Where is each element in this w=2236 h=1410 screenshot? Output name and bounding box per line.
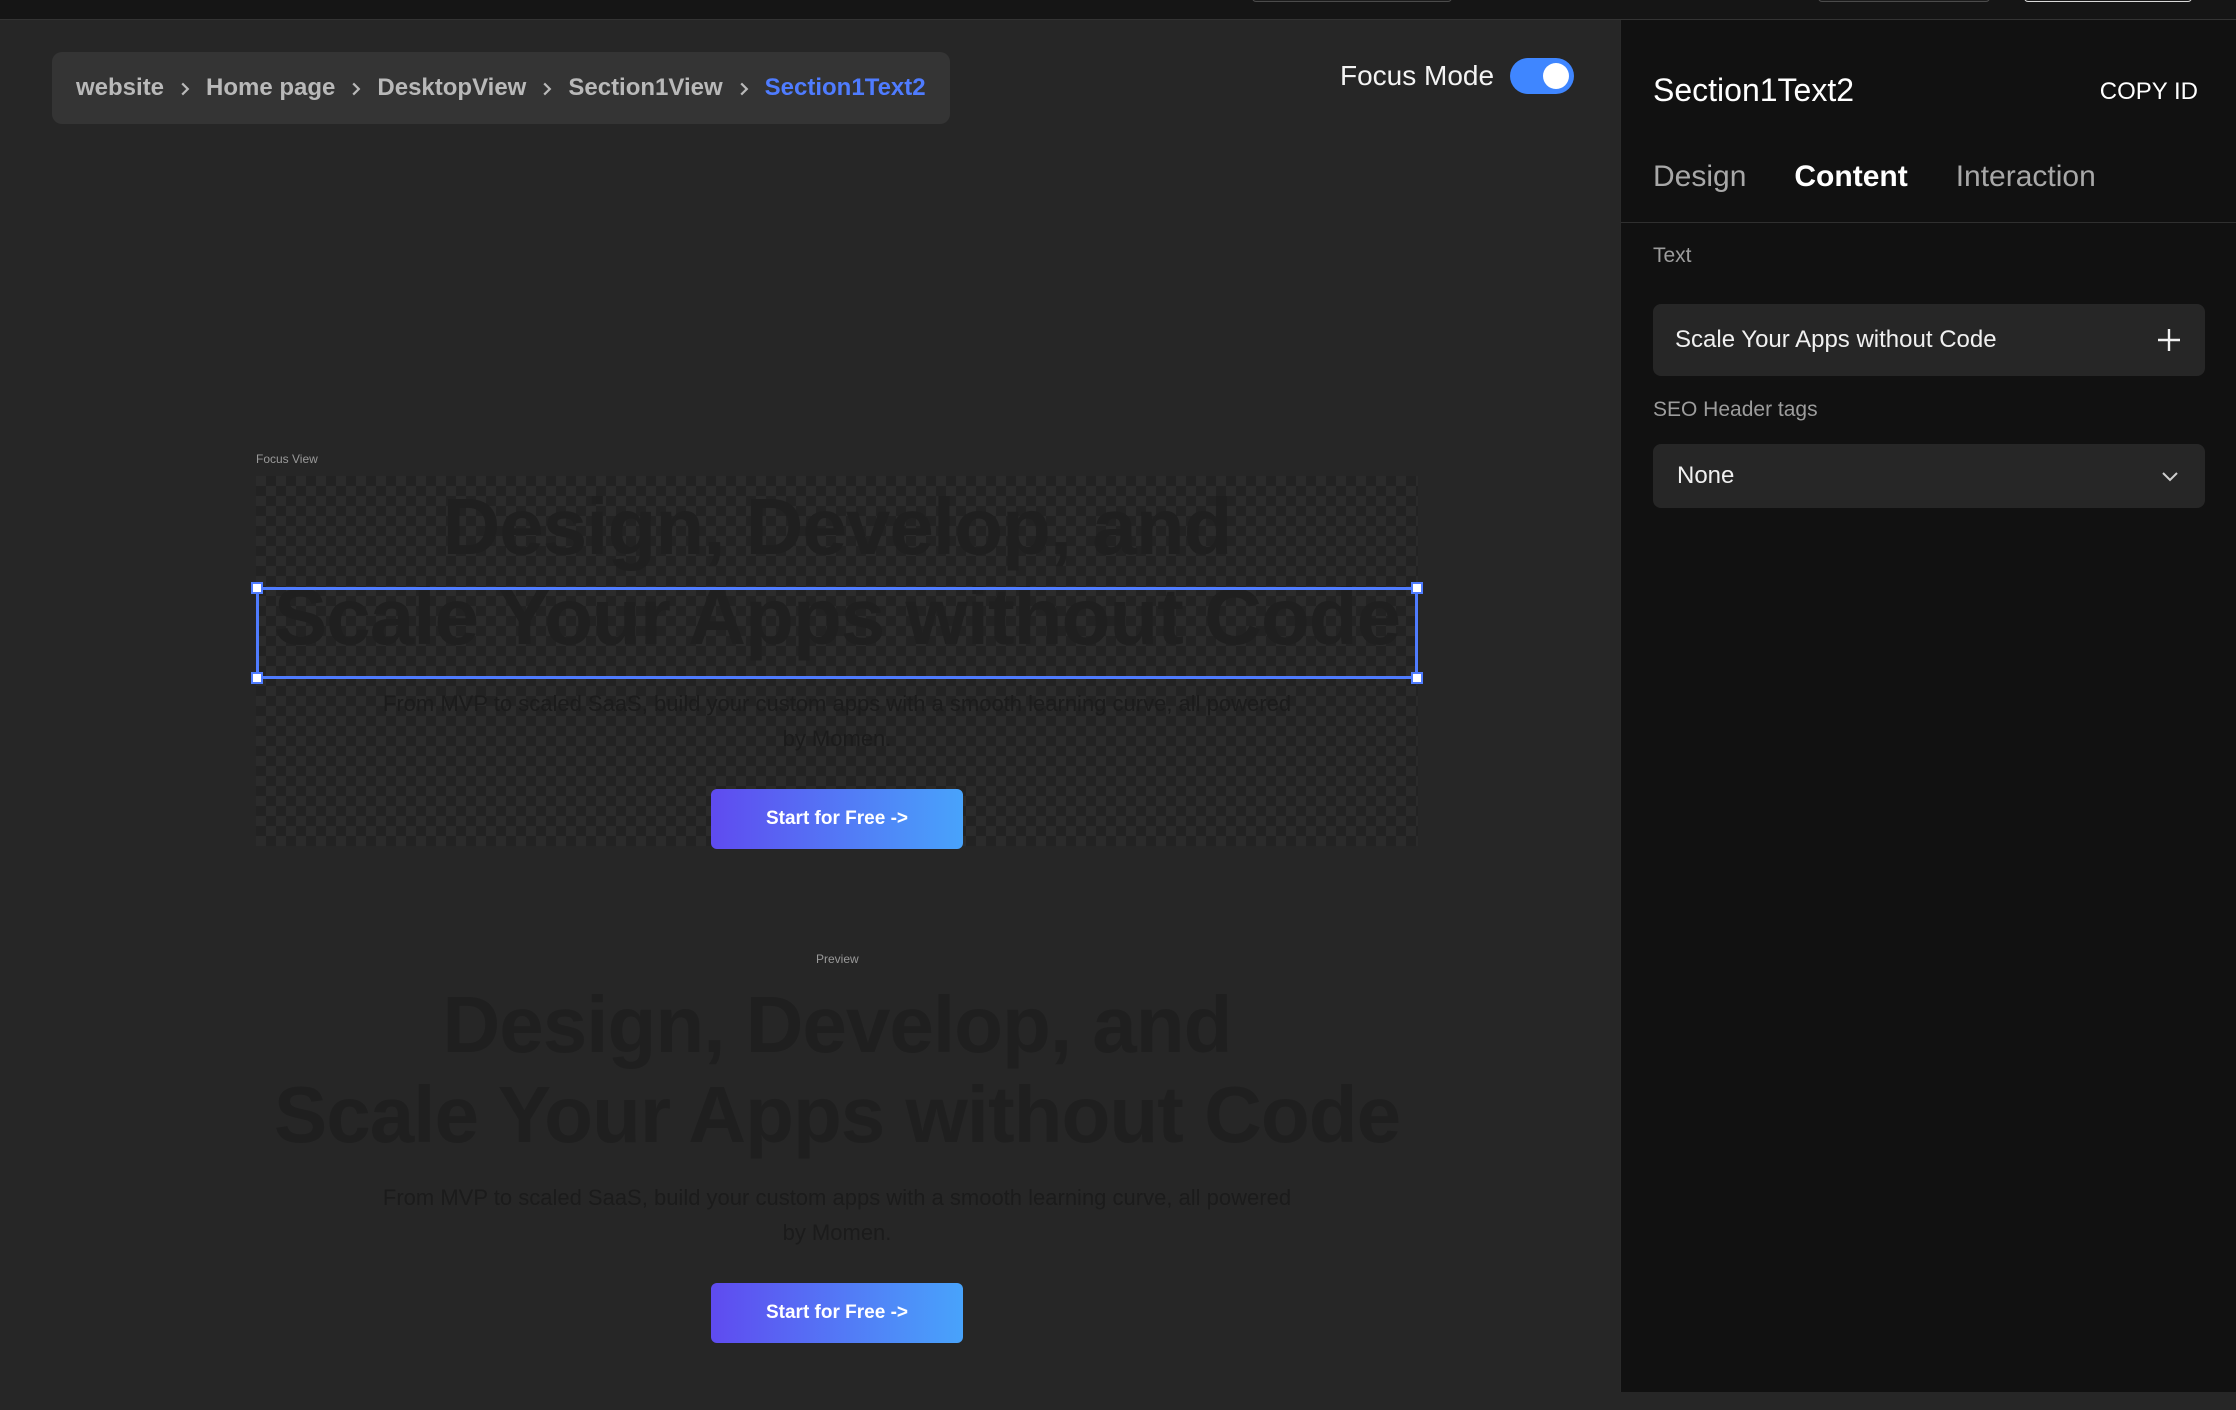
breadcrumb-item-home-page[interactable]: Home page [206, 74, 335, 102]
preview-title-line2: Scale Your Apps without Code [273, 1070, 1401, 1159]
breadcrumb-item-desktopview[interactable]: DesktopView [377, 74, 526, 102]
properties-panel: Section1Text2 COPY ID Design Content Int… [1620, 20, 2236, 1392]
preview-area[interactable]: Design, Develop, and Scale Your Apps wit… [256, 980, 1418, 1410]
toggle-knob [1543, 63, 1570, 89]
breadcrumb-item-section1view[interactable]: Section1View [568, 74, 722, 102]
hero-title-line2[interactable]: Scale Your Apps without Code [256, 572, 1418, 662]
hero-subtitle-line2[interactable]: by Momen. [256, 721, 1418, 756]
toolbar-control[interactable] [1818, 0, 1990, 2]
preview-subtitle-line2: by Momen. [782, 1220, 892, 1245]
toolbar-control[interactable] [2024, 0, 2192, 2]
seo-header-tags-value: None [1677, 462, 1735, 489]
panel-tabs: Design Content Interaction [1653, 160, 2096, 194]
seo-header-tags-label: SEO Header tags [1653, 398, 1818, 421]
text-content-value[interactable]: Scale Your Apps without Code [1675, 326, 1997, 354]
focus-mode-toggle[interactable] [1510, 58, 1575, 94]
chevron-right-icon [723, 74, 765, 102]
chevron-right-icon [164, 74, 206, 102]
focus-view-label: Focus View [256, 452, 318, 466]
chevron-right-icon [526, 74, 568, 102]
preview-subtitle-line1: From MVP to scaled SaaS, build your cust… [382, 1185, 1292, 1210]
breadcrumb-item-website[interactable]: website [76, 74, 164, 102]
tab-design[interactable]: Design [1653, 160, 1746, 194]
focus-view[interactable]: Design, Develop, and Scale Your Apps wit… [256, 476, 1418, 849]
tab-interaction[interactable]: Interaction [1956, 160, 2096, 194]
breadcrumb: website Home page DesktopView Section1Vi… [52, 52, 950, 124]
chevron-right-icon [335, 74, 377, 102]
copy-id-button[interactable]: COPY ID [2100, 78, 2198, 106]
focus-mode-label: Focus Mode [1340, 60, 1495, 91]
preview-label: Preview [816, 952, 859, 966]
editor-canvas[interactable]: website Home page DesktopView Section1Vi… [0, 20, 1620, 1392]
hero-title-line1[interactable]: Design, Develop, and [256, 482, 1418, 572]
hero-subtitle-line1[interactable]: From MVP to scaled SaaS, build your cust… [256, 686, 1418, 721]
focus-mode-control: Focus Mode [1340, 56, 1575, 96]
breadcrumb-item-section1text2[interactable]: Section1Text2 [765, 74, 926, 102]
chevron-down-icon [2162, 472, 2178, 482]
panel-title: Section1Text2 [1653, 72, 1855, 108]
text-field-label: Text [1653, 244, 1692, 267]
plus-icon[interactable] [2155, 326, 2183, 354]
preview-start-for-free-button[interactable]: Start for Free -> [711, 1283, 963, 1343]
tabs-divider [1621, 222, 2236, 223]
preview-title-line1: Design, Develop, and [442, 980, 1232, 1069]
tab-content[interactable]: Content [1794, 160, 1907, 194]
start-for-free-button[interactable]: Start for Free -> [711, 789, 963, 849]
seo-header-tags-select[interactable]: None [1653, 444, 2205, 508]
toolbar-control[interactable] [1252, 0, 1452, 2]
text-content-field[interactable]: Scale Your Apps without Code [1653, 304, 2205, 376]
top-toolbar [0, 0, 2236, 20]
